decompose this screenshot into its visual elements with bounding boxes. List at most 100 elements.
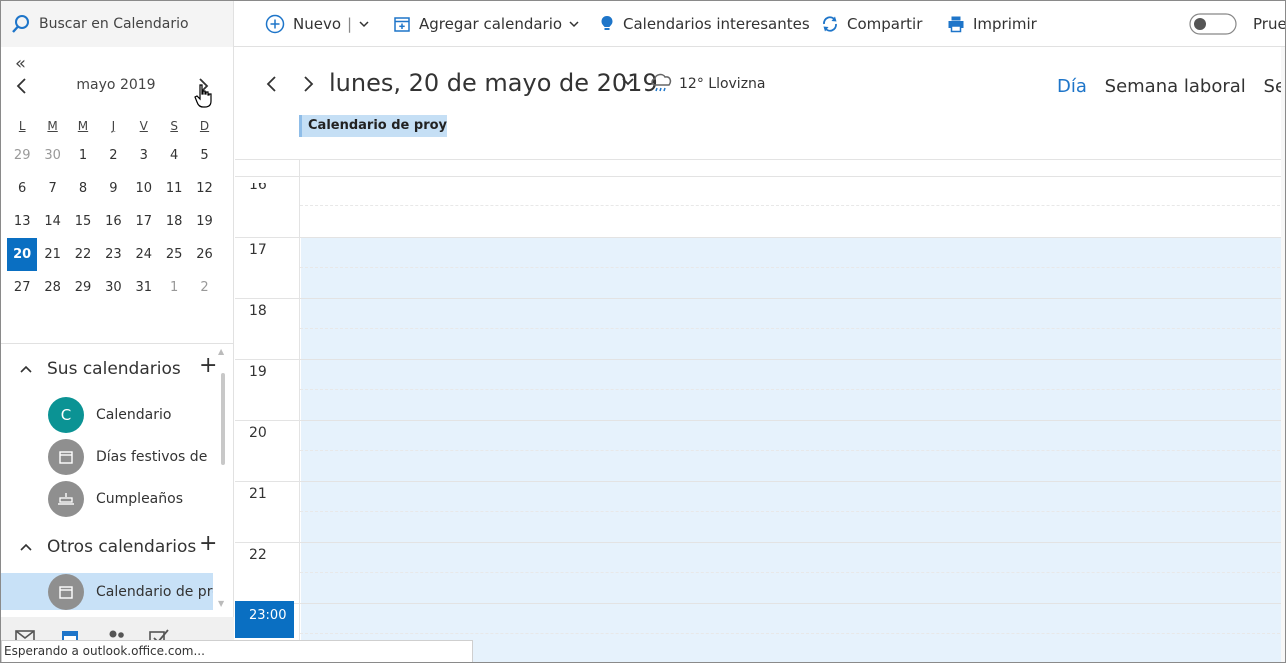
day-cell[interactable]: 30 [37, 139, 67, 172]
print-button[interactable]: Imprimir [947, 1, 1037, 47]
my-calendars-header[interactable]: Sus calendarios + [19, 353, 219, 381]
add-circle-icon [265, 14, 285, 34]
chevron-down-icon[interactable] [358, 18, 370, 30]
right-scroll-edge [1281, 47, 1285, 662]
week-row: 29 30 1 2 3 4 5 [7, 139, 220, 172]
add-calendar-button[interactable]: Agregar calendario [393, 1, 588, 47]
day-cell[interactable]: 25 [159, 238, 189, 271]
day-cell[interactable]: 2 [189, 271, 219, 304]
day-cell[interactable]: 15 [68, 205, 98, 238]
new-button[interactable]: Nuevo | [265, 1, 378, 47]
search-box[interactable]: Buscar en Calendario [1, 1, 234, 47]
hour-label: 22 [249, 547, 267, 563]
week-row: 6 7 8 9 10 11 12 [7, 172, 220, 205]
day-cell[interactable]: 30 [98, 271, 128, 304]
current-time-indicator: 23:00 [235, 601, 294, 638]
weather-forecast[interactable]: 12° Llovizna [679, 76, 766, 92]
outlook-calendar-window: Buscar en Calendario Nuevo | Agregar cal… [0, 0, 1286, 663]
day-cell[interactable]: 24 [129, 238, 159, 271]
day-cell[interactable]: 4 [159, 139, 189, 172]
chevron-right-icon[interactable] [301, 75, 315, 93]
preview-toggle-label: Prueb [1253, 15, 1286, 33]
chevron-left-icon[interactable] [265, 75, 279, 93]
day-cell[interactable]: 29 [68, 271, 98, 304]
collapse-pane-button[interactable]: « [15, 53, 26, 74]
lightbulb-icon [601, 16, 613, 30]
chevron-up-icon[interactable] [19, 362, 33, 376]
hour-line [235, 176, 1285, 177]
day-cell[interactable]: 29 [7, 139, 37, 172]
scroll-up-arrow[interactable]: ▲ [218, 347, 224, 356]
add-other-calendar-plus-icon[interactable]: + [199, 531, 217, 556]
day-cell[interactable]: 13 [7, 205, 37, 238]
day-cell[interactable]: 19 [189, 205, 219, 238]
day-column[interactable] [300, 160, 1285, 662]
day-cell[interactable]: 9 [98, 172, 128, 205]
day-cell[interactable]: 14 [37, 205, 67, 238]
weekday-label: V [139, 119, 148, 133]
day-cell[interactable]: 22 [68, 238, 98, 271]
view-work-week[interactable]: Semana laboral [1105, 76, 1246, 97]
day-cell[interactable]: 31 [129, 271, 159, 304]
interesting-calendars-button[interactable]: Calendarios interesantes [599, 1, 810, 47]
add-calendar-plus-icon[interactable]: + [199, 353, 217, 378]
view-switcher: Día Semana laboral Seman [1057, 76, 1285, 97]
calendar-item-holidays[interactable]: Días festivos de E [1, 437, 213, 477]
scroll-down-arrow[interactable]: ▼ [218, 599, 224, 608]
sidebar: « mayo 2019 L M M J V S D 29 30 1 2 3 4 5 6 7 8 9 10 11 12 13… [1, 47, 234, 617]
weekday-label: L [18, 119, 26, 133]
chevron-down-icon[interactable] [621, 76, 635, 88]
day-cell[interactable]: 6 [7, 172, 37, 205]
day-cell[interactable]: 26 [189, 238, 219, 271]
current-date-title[interactable]: lunes, 20 de mayo de 2019 [329, 69, 658, 97]
day-cell[interactable]: 23 [98, 238, 128, 271]
chevron-up-icon[interactable] [19, 540, 33, 554]
day-cell[interactable]: 18 [159, 205, 189, 238]
half-hour-line [300, 633, 1285, 634]
day-cell[interactable]: 27 [7, 271, 37, 304]
day-cell[interactable]: 10 [129, 172, 159, 205]
day-cell[interactable]: 7 [37, 172, 67, 205]
hour-line [235, 542, 1285, 543]
day-cell[interactable]: 17 [129, 205, 159, 238]
calendar-item-project[interactable]: Calendario de pro [1, 573, 213, 610]
view-day[interactable]: Día [1057, 76, 1087, 97]
day-cell[interactable]: 1 [159, 271, 189, 304]
other-calendars-title: Otros calendarios [47, 537, 197, 557]
all-day-event[interactable]: Calendario de proyec [299, 115, 447, 137]
day-cell[interactable]: 21 [37, 238, 67, 271]
half-hour-line [300, 511, 1285, 512]
day-cell[interactable]: 11 [159, 172, 189, 205]
search-icon [12, 15, 29, 33]
share-refresh-icon [823, 16, 837, 32]
print-label: Imprimir [973, 15, 1037, 33]
day-cell[interactable]: 28 [37, 271, 67, 304]
hour-label: 17 [249, 242, 267, 258]
hand-cursor-icon [194, 84, 212, 108]
day-cell[interactable]: 1 [68, 139, 98, 172]
day-cell[interactable]: 16 [98, 205, 128, 238]
rain-cloud-icon [651, 73, 672, 92]
calendar-item-label: Calendario [96, 407, 172, 423]
calendar-item-calendario[interactable]: C Calendario [1, 395, 213, 435]
other-calendars-header[interactable]: Otros calendarios + [19, 531, 219, 559]
hour-label: 20 [249, 425, 267, 441]
day-cell[interactable]: 2 [98, 139, 128, 172]
calendar-avatar: C [48, 397, 84, 433]
calendar-add-icon [394, 17, 410, 32]
calendar-icon [48, 573, 84, 610]
new-separator: | [347, 15, 353, 33]
share-button[interactable]: Compartir [821, 1, 922, 47]
weekday-label: D [199, 119, 210, 133]
day-cell[interactable]: 12 [189, 172, 219, 205]
preview-toggle[interactable]: Prueb [1189, 1, 1286, 47]
half-hour-line [300, 328, 1285, 329]
day-cell[interactable]: 5 [189, 139, 219, 172]
toggle-switch-icon [1189, 13, 1237, 35]
day-cell[interactable]: 20 [7, 238, 38, 271]
calendar-item-label: Calendario de pro [96, 583, 213, 600]
day-cell[interactable]: 3 [129, 139, 159, 172]
sidebar-scrollbar[interactable] [221, 373, 225, 465]
day-cell[interactable]: 8 [68, 172, 98, 205]
calendar-item-birthdays[interactable]: Cumpleaños [1, 479, 213, 519]
